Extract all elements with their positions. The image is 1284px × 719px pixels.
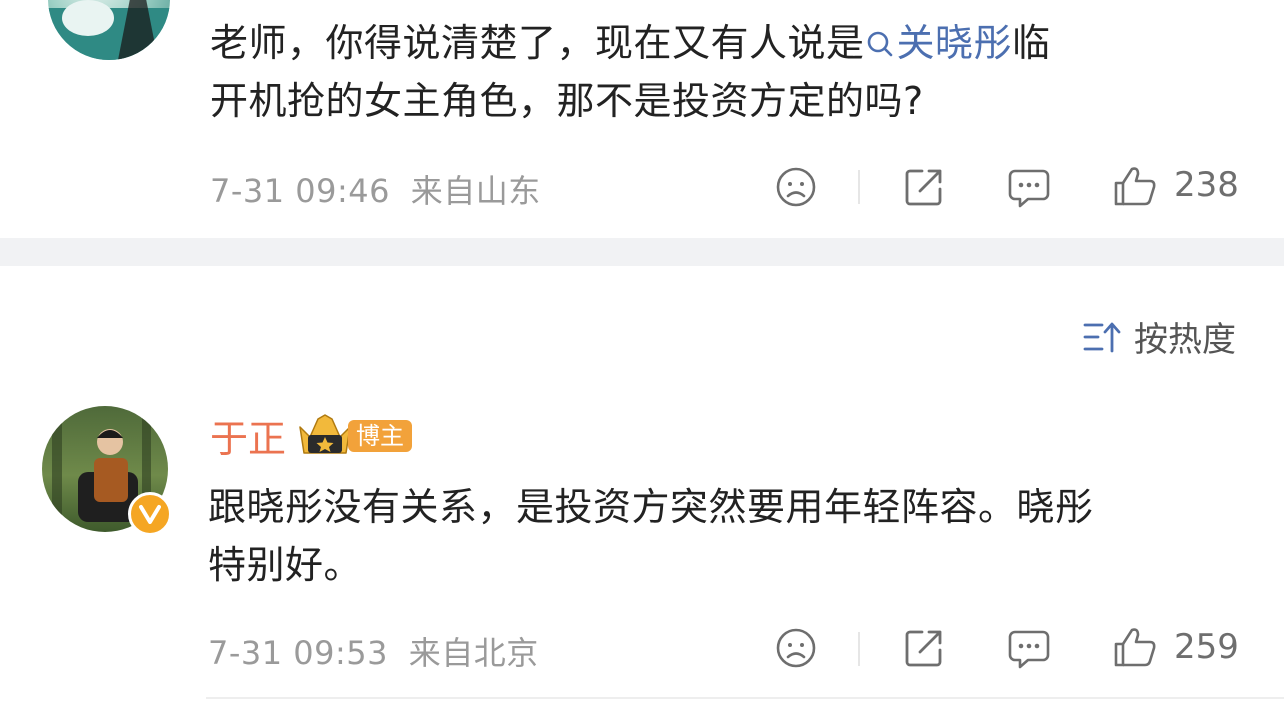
section-separator xyxy=(0,238,1284,266)
comment-1-text-start: 老师，你得说清楚了，现在又有人说是 xyxy=(210,21,865,65)
comment-2-text-line1: 跟晓彤没有关系，是投资方突然要用年轻阵容。晓彤 xyxy=(208,485,1094,529)
comment-2-header: 于正 博主 xyxy=(210,408,413,463)
comment-1-text-line2: 开机抢的女主角色，那不是投资方定的吗? xyxy=(210,79,924,123)
share-icon[interactable] xyxy=(902,165,946,209)
username[interactable]: 于正 xyxy=(210,408,286,463)
avatar-image xyxy=(48,0,170,60)
share-icon[interactable] xyxy=(902,626,946,670)
comment-2-like-count: 259 xyxy=(1174,627,1239,667)
crown-icon xyxy=(299,413,351,454)
thumbs-up-icon[interactable] xyxy=(1112,163,1158,209)
search-icon xyxy=(867,31,892,57)
sort-button[interactable]: 按热度 xyxy=(1082,312,1236,361)
comment-2-text-line2: 特别好。 xyxy=(208,543,363,587)
bottom-divider xyxy=(206,697,1284,699)
thumbs-up-icon[interactable] xyxy=(1112,624,1158,670)
action-divider xyxy=(858,170,860,204)
comment-2-text: 跟晓彤没有关系，是投资方突然要用年轻阵容。晓彤 特别好。 xyxy=(208,478,1268,594)
comment-1-text: 老师，你得说清楚了，现在又有人说是 关晓彤临 开机抢的女主角色，那不是投资方定的吗… xyxy=(210,14,1250,130)
comment-icon[interactable] xyxy=(1006,165,1052,209)
action-divider xyxy=(858,632,860,666)
blogger-badge: 博主 xyxy=(348,419,413,452)
sad-face-icon[interactable] xyxy=(774,165,818,209)
comment-2-location: 来自北京 xyxy=(408,634,539,672)
verified-v-icon xyxy=(139,505,161,524)
topic-link[interactable]: 关晓彤 xyxy=(865,21,1013,65)
comment-1-time: 7-31 09:46 xyxy=(210,172,391,210)
comment-1-text-line1-end: 临 xyxy=(1012,21,1051,65)
sort-icon xyxy=(1083,322,1121,352)
sad-face-icon[interactable] xyxy=(774,626,818,670)
topic-label: 关晓彤 xyxy=(896,21,1013,65)
comment-1-meta: 7-31 09:46 来自山东 xyxy=(210,166,541,212)
comment-1-location: 来自山东 xyxy=(410,172,541,210)
avatar-user-1[interactable] xyxy=(48,0,170,60)
comment-icon[interactable] xyxy=(1006,626,1052,670)
sort-label: 按热度 xyxy=(1134,320,1236,360)
comment-2-time: 7-31 09:53 xyxy=(208,634,389,672)
comment-2-meta: 7-31 09:53 来自北京 xyxy=(208,628,539,674)
comment-1-like-count: 238 xyxy=(1174,165,1239,205)
verified-badge xyxy=(128,492,172,536)
